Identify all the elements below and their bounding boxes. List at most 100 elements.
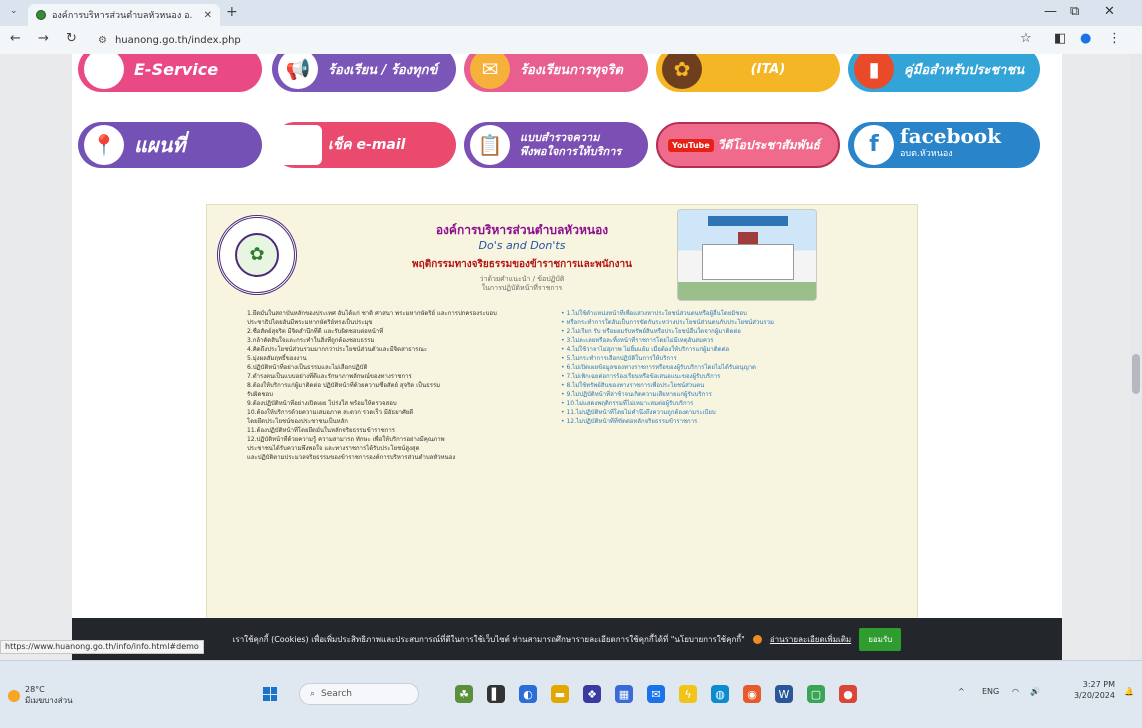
start-button[interactable] <box>263 687 277 701</box>
mail-icon[interactable]: ✉ <box>647 685 665 703</box>
poster-note-line2: ในการปฏิบัติหน้าที่ราชการ <box>481 284 563 292</box>
site-favicon-icon <box>36 10 46 20</box>
address-bar[interactable]: ⚙ huanong.go.th/index.php <box>98 31 988 49</box>
word-icon[interactable]: W <box>775 685 793 703</box>
office-building-photo <box>677 209 817 301</box>
close-window-icon[interactable]: ✕ <box>1104 4 1115 19</box>
chrome-browser-icon[interactable]: ● <box>839 685 857 703</box>
link-status-url: https://www.huanong.go.th/info/info.html… <box>0 640 204 654</box>
ita-button[interactable]: ✿ (ITA) <box>656 54 840 92</box>
side-panel-icon[interactable]: ◧ <box>1054 31 1066 46</box>
new-tab-icon[interactable]: + <box>226 4 238 20</box>
page-viewport: ▭ E-Service 📢 ร้องเรียน / ร้องทุกข์ ✉ ร้… <box>0 54 1142 660</box>
poster-rule-line: 3.กล้าตัดสินใจและกระทำในสิ่งที่ถูกต้องชอ… <box>247 337 375 344</box>
citizen-manual-button[interactable]: ▮ คู่มือสำหรับประชาชน <box>848 54 1040 92</box>
back-icon[interactable]: ← <box>10 31 21 46</box>
tray-expand-icon[interactable]: ^ <box>958 687 965 696</box>
chat-app-icon[interactable]: ▢ <box>807 685 825 703</box>
bookmark-star-icon[interactable]: ☆ <box>1020 31 1032 46</box>
document-icon: ✉ <box>470 54 510 89</box>
lightning-app-icon[interactable]: ϟ <box>679 685 697 703</box>
menu-icon[interactable]: ⋮ <box>1108 31 1121 46</box>
ita-label: (ITA) <box>750 61 786 77</box>
satisfaction-survey-button[interactable]: 📋 แบบสำรวจความ พึงพอใจการให้บริการ <box>464 122 648 168</box>
poster-rule-line: 11.ต้องปฏิบัติหน้าที่โดยยึดมั่นในหลักจริ… <box>247 427 395 434</box>
store-icon[interactable]: ▦ <box>615 685 633 703</box>
poster-rule-line: 10.ต้องให้บริการด้วยความเสมอภาค สะดวก รว… <box>247 409 414 416</box>
firefox-icon[interactable]: ◉ <box>743 685 761 703</box>
poster-rule-line: 7.ดำรงตนเป็นแบบอย่างที่ดีและรักษาภาพลักษ… <box>247 373 412 380</box>
manual-label: คู่มือสำหรับประชาชน <box>904 62 1025 78</box>
poster-rule-line: 3.ไม่ละเลยหรือละทิ้งหน้าที่ราชการโดยไม่ม… <box>561 336 911 345</box>
corruption-label: ร้องเรียนการทุจริต <box>520 62 623 78</box>
map-label: แผนที่ <box>134 133 186 157</box>
close-tab-icon[interactable]: ✕ <box>204 10 212 21</box>
page-scrollbar[interactable] <box>1130 54 1142 660</box>
poster-rule-line: 6.ปฏิบัติหน้าที่อย่างเป็นธรรมและไม่เลือก… <box>247 364 368 371</box>
dos-list: 1.ยึดมั่นในสถาบันหลักของประเทศ อันได้แก่… <box>247 309 547 462</box>
file-explorer-icon[interactable]: ▬ <box>551 685 569 703</box>
poster-rule-line: 2.ซื่อสัตย์สุจริต มีจิตสำนึกที่ดี และรับ… <box>247 328 384 335</box>
map-pin-icon: 📍 <box>84 125 124 165</box>
dropbox-icon[interactable]: ❖ <box>583 685 601 703</box>
scroll-thumb[interactable] <box>1132 354 1140 394</box>
poster-subtitle: Do's and Don'ts <box>478 239 566 252</box>
ethics-poster[interactable]: ✿ องค์การบริหารส่วนตำบลหัวหนอง Do's and … <box>206 204 918 646</box>
poster-rule-line: 12.ปฏิบัติหน้าที่ด้วยความรู้ ความสามารถ … <box>247 436 445 443</box>
poster-rule-line: โดยยึดประโยชน์ของประชาชนเป็นหลัก <box>247 418 348 425</box>
clock-time: 3:27 PM <box>1082 680 1115 689</box>
eservice-label: E-Service <box>134 59 219 79</box>
poster-rule-line: 5.ไม่กระทำการเลือกปฏิบัติในการให้บริการ <box>561 354 911 363</box>
minimize-icon[interactable]: — <box>1044 4 1057 19</box>
megaphone-icon: 📢 <box>278 54 318 89</box>
poster-rule-line: 6.ไม่เปิดเผยข้อมูลของทางราชการหรือของผู้… <box>561 363 911 372</box>
widgets-app-icon[interactable]: ☘ <box>455 685 473 703</box>
copilot-icon[interactable]: ◐ <box>519 685 537 703</box>
complaint-button[interactable]: 📢 ร้องเรียน / ร้องทุกข์ <box>272 54 456 92</box>
youtube-label: วีดีโอประชาสัมพันธ์ <box>717 137 820 152</box>
eservice-button[interactable]: ▭ E-Service <box>78 54 262 92</box>
clipboard-icon: 📋 <box>470 125 510 165</box>
temperature: 28°C <box>25 685 45 694</box>
wifi-icon[interactable]: ◠ <box>1012 687 1019 696</box>
facebook-button[interactable]: f facebook อบต.หัวหนอง <box>848 122 1040 168</box>
check-email-button[interactable]: ✉ เช็ค e-mail <box>272 122 456 168</box>
search-icon: ⌕ <box>310 689 316 699</box>
poster-rule-line: 11.ไม่ปฏิบัติหน้าที่โดยไม่คำนึงถึงความถู… <box>561 408 911 417</box>
map-button[interactable]: 📍 แผนที่ <box>78 122 262 168</box>
poster-rule-line: 5.มุ่งผลสัมฤทธิ์ของงาน <box>247 355 307 362</box>
forward-icon[interactable]: → <box>38 31 49 46</box>
site-info-icon[interactable]: ⚙ <box>98 35 107 46</box>
poster-rule-line: ประชาชนได้รับความพึงพอใจ และทางราชการได้… <box>247 445 420 452</box>
youtube-logo-icon: YouTube <box>668 138 714 152</box>
task-view-icon[interactable]: ▌ <box>487 685 505 703</box>
windows-taskbar: 28°C มีเมฆบางส่วน ⌕ Search ☘ ▌ ◐ ▬ ❖ ▦ ✉… <box>0 660 1142 728</box>
notification-bell-icon[interactable]: 🔔 <box>1124 687 1134 696</box>
taskbar-search[interactable]: ⌕ Search <box>299 683 419 705</box>
poster-rule-line: 4.คิดถึงประโยชน์ส่วนรวมมากกว่าประโยชน์ส่… <box>247 346 428 353</box>
browser-tab[interactable]: องค์การบริหารส่วนตำบลหัวหนอง อ. ✕ <box>28 4 220 26</box>
system-clock[interactable]: 3:27 PM 3/20/2024 <box>1065 679 1115 701</box>
tab-search-icon[interactable]: ⌄ <box>10 6 18 16</box>
restore-icon[interactable]: ⧉ <box>1070 4 1079 19</box>
profile-icon[interactable]: ● <box>1080 31 1091 46</box>
cookie-details-link[interactable]: อ่านรายละเอียดเพิ่มเติม <box>770 633 851 646</box>
donts-list: 1.ไม่ใช้ตำแหน่งหน้าที่เพื่อแสวงหาประโยชน… <box>561 309 911 426</box>
youtube-video-button[interactable]: YouTube วีดีโอประชาสัมพันธ์ <box>656 122 840 168</box>
poster-rule-line: หรือกระทำการใดอันเป็นการขัดกันระหว่างประ… <box>561 318 911 327</box>
weather-widget[interactable]: 28°C มีเมฆบางส่วน <box>8 685 73 707</box>
volume-icon[interactable]: 🔊 <box>1030 687 1040 696</box>
tab-title: องค์การบริหารส่วนตำบลหัวหนอง อ. <box>52 11 193 21</box>
language-indicator[interactable]: ENG <box>982 687 999 696</box>
sun-icon <box>8 690 20 702</box>
cookie-accept-button[interactable]: ยอมรับ <box>859 627 902 651</box>
facebook-label: facebook <box>900 124 1001 148</box>
poster-rule-line: และปฏิบัติตามประมวลจริยธรรมของข้าราชการอ… <box>247 454 456 461</box>
reload-icon[interactable]: ↻ <box>66 31 77 46</box>
poster-rule-line: 12.ไม่ปฏิบัติหน้าที่ที่ขัดต่อหลักจริยธรร… <box>561 417 911 426</box>
tab-bar: ⌄ องค์การบริหารส่วนตำบลหัวหนอง อ. ✕ + — … <box>0 0 1142 26</box>
corruption-complaint-button[interactable]: ✉ ร้องเรียนการทุจริต <box>464 54 648 92</box>
survey-label-line2: พึงพอใจการให้บริการ <box>520 145 622 158</box>
envelope-icon: ✉ <box>272 125 322 165</box>
edge-browser-icon[interactable]: ◍ <box>711 685 729 703</box>
